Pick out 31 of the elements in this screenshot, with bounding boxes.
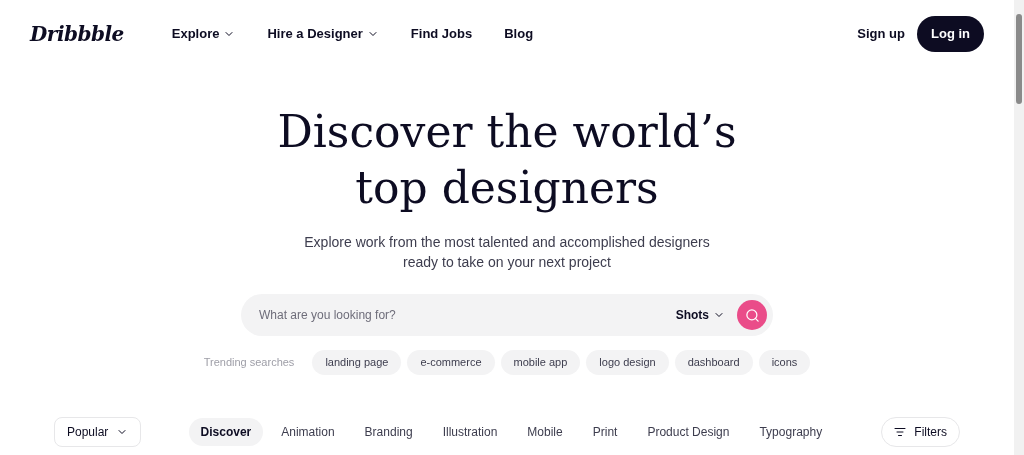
nav-link[interactable]: Hire a Designer [267, 24, 379, 44]
search-icon [744, 307, 760, 323]
trending-tag[interactable]: e-commerce [407, 350, 495, 375]
search-input[interactable]: What are you looking for? [259, 306, 676, 324]
category-tab[interactable]: Product Design [635, 418, 742, 446]
category-tab[interactable]: Typography [747, 418, 835, 446]
filter-icon [894, 426, 907, 438]
trending-tag[interactable]: logo design [586, 350, 669, 375]
category-tab[interactable]: Illustration [430, 418, 510, 446]
sign-up-link[interactable]: Sign up [857, 24, 905, 44]
scope-dropdown[interactable]: Shots [675, 306, 725, 324]
trending-tag[interactable]: icons [758, 350, 811, 375]
category-tab[interactable]: Print [580, 418, 630, 446]
trending-tag[interactable]: landing page [312, 350, 402, 375]
search-button[interactable] [737, 300, 767, 330]
logo[interactable]: Dribbble [30, 19, 124, 49]
category-tab[interactable]: Discover [188, 418, 264, 446]
sort-dropdown[interactable]: Popular [54, 417, 142, 447]
trending-label: Trending searches [203, 355, 295, 370]
hero-title: Discover the world’s top designers [277, 105, 737, 215]
nav-link[interactable]: Explore [171, 24, 236, 44]
category-tab[interactable]: Animation [269, 418, 347, 446]
category-tab[interactable]: Branding [352, 418, 425, 446]
category-tab[interactable]: Mobile [515, 418, 575, 446]
trending-tag[interactable]: mobile app [500, 350, 581, 375]
trending-tag[interactable]: dashboard [674, 350, 753, 375]
nav-link[interactable]: Find Jobs [410, 24, 473, 44]
hero-subtitle: Explore work from the most talented and accomplished designers ready to take on your next project [304, 233, 710, 272]
log-in-button[interactable]: Log in [917, 16, 984, 52]
search-bar[interactable]: What are you looking for? Shots [241, 294, 773, 336]
nav-link[interactable]: Blog [504, 24, 534, 44]
